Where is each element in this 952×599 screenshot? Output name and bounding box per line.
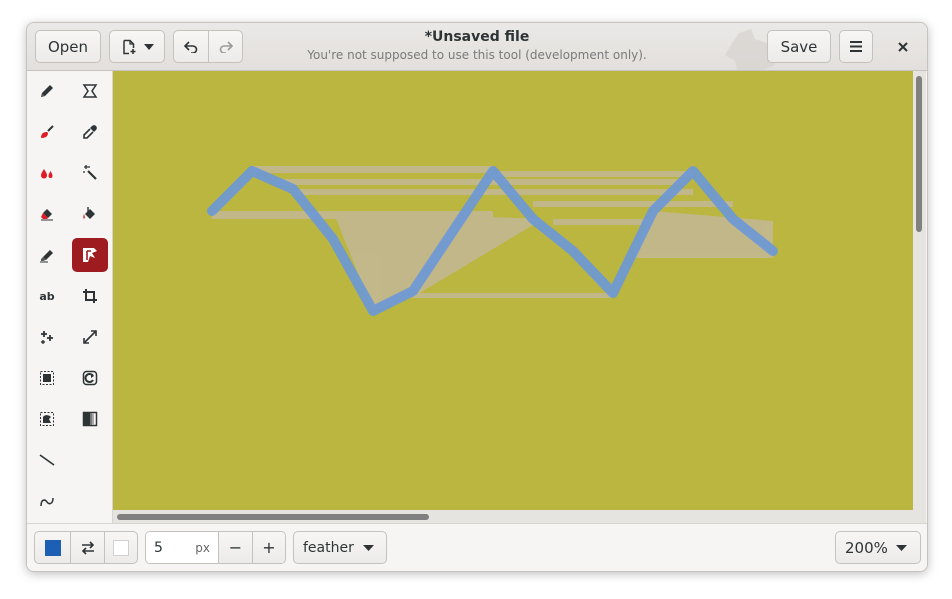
app-window: Open *Unsaved file You're not supposed t… [26, 22, 928, 572]
curve-tool[interactable] [29, 484, 65, 518]
zoom-menu-button[interactable]: 200% [835, 531, 921, 564]
preview-band [273, 179, 683, 185]
new-file-menu-button[interactable] [109, 30, 165, 63]
color-picker-tool[interactable] [72, 115, 108, 149]
canvas-viewport[interactable] [113, 71, 926, 523]
free-select-tool[interactable] [29, 402, 65, 436]
crop-tool[interactable] [72, 279, 108, 313]
main-menu-button[interactable] [839, 30, 873, 63]
undo-button[interactable] [174, 31, 208, 62]
close-window-button[interactable] [889, 35, 917, 59]
size-spinbutton: 5 px − + [145, 531, 286, 564]
chevron-down-icon [363, 545, 374, 551]
magic-wand-icon [83, 165, 97, 180]
save-button[interactable]: Save [767, 30, 831, 63]
scale-tool[interactable] [72, 320, 108, 354]
preview-band [553, 219, 723, 225]
close-icon [898, 42, 908, 52]
line-icon [39, 454, 55, 466]
pencil-tool[interactable] [29, 74, 65, 108]
options-menu-button[interactable]: feather [293, 531, 387, 564]
magic-wand-tool[interactable] [72, 156, 108, 190]
hamburger-menu-icon [850, 41, 862, 52]
text-icon: ab [39, 289, 55, 303]
exchange-colors-button[interactable] [70, 532, 104, 563]
rotate-tool[interactable] [72, 361, 108, 395]
drops-icon [41, 169, 53, 179]
save-button-label: Save [780, 37, 818, 56]
color-button-group [34, 531, 138, 564]
eyedropper-icon [83, 125, 97, 139]
new-file-icon [122, 39, 135, 54]
window-subtitle: You're not supposed to use this tool (de… [307, 48, 647, 62]
line-tool[interactable] [29, 443, 65, 477]
window-title: *Unsaved file [424, 29, 530, 45]
pencil-icon [41, 85, 53, 97]
open-button[interactable]: Open [35, 30, 101, 63]
eraser-tool[interactable] [29, 197, 65, 231]
open-button-label: Open [47, 37, 89, 56]
preview-band [413, 293, 613, 298]
rect-select-icon [40, 371, 54, 385]
size-input[interactable]: 5 px [146, 532, 218, 563]
preview-band [293, 189, 693, 195]
secondary-color-button[interactable] [104, 532, 137, 563]
swap-arrows-icon [81, 540, 94, 555]
chevron-down-icon [896, 545, 907, 551]
vertical-scrollbar[interactable] [916, 76, 922, 232]
filters-tool[interactable] [29, 320, 65, 354]
drawing-content [207, 166, 778, 316]
chevron-down-icon [143, 43, 154, 50]
drawing-canvas[interactable] [113, 71, 913, 510]
redo-button[interactable] [208, 31, 242, 62]
free-select-icon [40, 412, 54, 426]
title-area: *Unsaved file You're not supposed to use… [277, 27, 677, 63]
options-menu-label: feather [303, 539, 354, 556]
primary-color-button[interactable] [35, 532, 70, 563]
free-shape-icon [83, 248, 97, 262]
horizontal-scrollbar[interactable] [117, 514, 429, 520]
size-unit: px [195, 540, 210, 555]
shape-tool[interactable] [72, 74, 108, 108]
options-bar: 5 px − + feather 200% [27, 523, 927, 571]
plus-icon: + [262, 538, 276, 557]
skew-tool[interactable] [72, 402, 108, 436]
primary-color-swatch [44, 539, 61, 556]
header-bar: Open *Unsaved file You're not supposed t… [27, 23, 927, 71]
size-value: 5 [154, 539, 163, 556]
paint-bucket-icon [83, 207, 95, 219]
paint-tool[interactable] [29, 156, 65, 190]
sparkle-icon [41, 331, 53, 344]
hourglass-shape-icon [82, 84, 98, 98]
rect-select-tool[interactable] [29, 361, 65, 395]
preview-band [493, 171, 693, 177]
preview-band [252, 166, 493, 173]
highlighter-tool[interactable] [29, 238, 65, 272]
brush-icon [41, 125, 54, 138]
redo-icon [219, 40, 233, 53]
curve-icon [40, 497, 54, 507]
tools-panel: ab [27, 71, 113, 523]
preview-band [533, 201, 733, 207]
undo-icon [184, 40, 198, 53]
minus-icon: − [228, 538, 243, 557]
zoom-level: 200% [845, 538, 888, 557]
increase-size-button[interactable]: + [252, 532, 285, 563]
text-tool[interactable]: ab [29, 279, 65, 313]
history-button-group [173, 30, 243, 63]
eraser-icon [41, 209, 53, 221]
highlighter-icon [40, 250, 53, 263]
rotate-icon [82, 370, 98, 386]
freeshape-tool[interactable] [72, 238, 108, 272]
crop-icon [83, 289, 97, 303]
decrease-size-button[interactable]: − [218, 532, 252, 563]
gradient-icon [82, 411, 98, 427]
secondary-color-swatch [113, 539, 129, 556]
expand-icon [83, 330, 97, 344]
brush-tool[interactable] [29, 115, 65, 149]
fill-tool[interactable] [72, 197, 108, 231]
